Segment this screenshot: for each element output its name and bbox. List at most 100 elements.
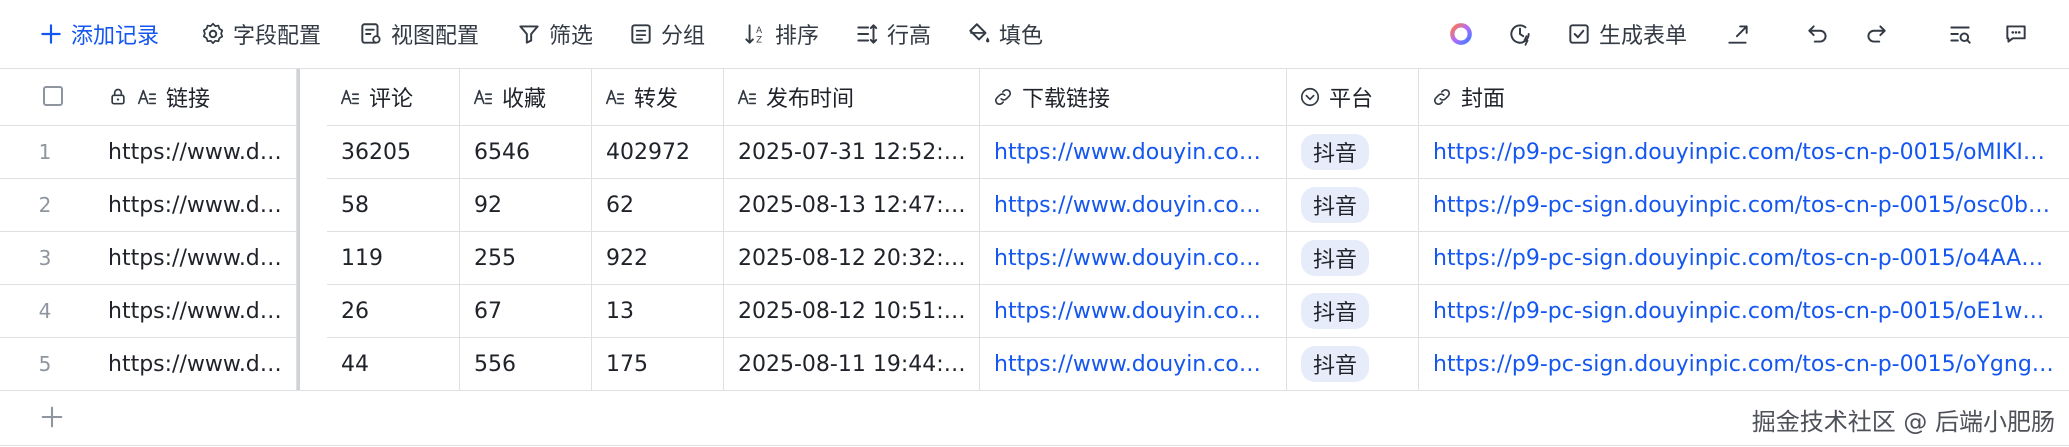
cell-text[interactable]: https://p9-pc-sign.douyinpic.com/tos-cn-… bbox=[1433, 246, 2057, 271]
cell-favorite[interactable]: 255 bbox=[460, 232, 592, 284]
column-header-share[interactable]: 转发 bbox=[592, 69, 724, 125]
cell-publish-time[interactable]: 2025-08-11 19:44:20 bbox=[724, 338, 980, 390]
ai-assistant-button[interactable] bbox=[1445, 18, 1477, 50]
column-header-favorite[interactable]: 收藏 bbox=[460, 69, 592, 125]
cell-platform[interactable]: 抖音 bbox=[1287, 179, 1419, 231]
cell-text: 67 bbox=[474, 298, 502, 324]
cell-favorite[interactable]: 92 bbox=[460, 179, 592, 231]
cell-download-link[interactable]: https://www.douyin.com/aweme/ bbox=[980, 232, 1287, 284]
generate-form-button[interactable]: 生成表单 bbox=[1566, 17, 1687, 51]
cell-publish-time[interactable]: 2025-08-12 20:32:58 bbox=[724, 232, 980, 284]
comments-button[interactable] bbox=[2000, 18, 2032, 50]
text-field-icon bbox=[605, 89, 625, 105]
cell-cover[interactable]: https://p9-pc-sign.douyinpic.com/tos-cn-… bbox=[1419, 232, 2069, 284]
cell-text: https://www.douyin.com/video/ bbox=[108, 139, 284, 165]
cell-platform[interactable]: 抖音 bbox=[1287, 126, 1419, 178]
view-config-button[interactable]: 视图配置 bbox=[358, 17, 479, 51]
fill-color-button[interactable]: 填色 bbox=[966, 17, 1043, 51]
cell-publish-time[interactable]: 2025-08-12 10:51:44 bbox=[724, 285, 980, 337]
cell-link[interactable]: https://www.douyin.com/video/ bbox=[90, 179, 297, 231]
cell-publish-time[interactable]: 2025-07-31 12:52:29 bbox=[724, 126, 980, 178]
cell-link[interactable]: https://www.douyin.com/video/ bbox=[90, 285, 297, 337]
redo-button[interactable] bbox=[1860, 18, 1892, 50]
add-row-plus-icon[interactable] bbox=[38, 403, 66, 431]
column-label-share: 转发 bbox=[634, 87, 679, 112]
cell-publish-time[interactable]: 2025-08-13 12:47:29 bbox=[724, 179, 980, 231]
column-header-cover[interactable]: 封面 bbox=[1419, 69, 2069, 125]
cell-comment[interactable]: 26 bbox=[327, 285, 460, 337]
cell-text[interactable]: https://www.douyin.com/aweme/ bbox=[994, 246, 1274, 271]
cell-text[interactable]: https://p9-pc-sign.douyinpic.com/tos-cn-… bbox=[1433, 193, 2057, 218]
fill-color-label: 填色 bbox=[999, 24, 1044, 49]
select-all-checkbox[interactable] bbox=[43, 86, 63, 106]
cell-text: 2025-08-11 19:44:20 bbox=[738, 351, 967, 377]
cell-comment[interactable]: 58 bbox=[327, 179, 460, 231]
cell-comment[interactable]: 36205 bbox=[327, 126, 460, 178]
cell-download-link[interactable]: https://www.douyin.com/aweme/ bbox=[980, 126, 1287, 178]
cell-download-link[interactable]: https://www.douyin.com/aweme/ bbox=[980, 179, 1287, 231]
cell-text: https://www.douyin.com/video/ bbox=[108, 192, 284, 218]
undo-icon bbox=[1808, 25, 1827, 43]
column-header-comment[interactable]: 评论 bbox=[327, 69, 460, 125]
cell-platform[interactable]: 抖音 bbox=[1287, 338, 1419, 390]
cell-download-link[interactable]: https://www.douyin.com/aweme/ bbox=[980, 285, 1287, 337]
data-grid: 链接 评论 收藏 转发 发布时间 下载链接 平台 封面 1 https://ww… bbox=[0, 68, 2069, 446]
field-config-button[interactable]: 字段配置 bbox=[200, 17, 321, 51]
cell-link[interactable]: https://www.douyin.com/video/ bbox=[90, 338, 297, 390]
platform-tag: 抖音 bbox=[1301, 134, 1370, 170]
cell-share[interactable]: 402972 bbox=[592, 126, 724, 178]
cell-comment[interactable]: 119 bbox=[327, 232, 460, 284]
cell-link[interactable]: https://www.douyin.com/video/ bbox=[90, 232, 297, 284]
cell-favorite[interactable]: 556 bbox=[460, 338, 592, 390]
cell-platform[interactable]: 抖音 bbox=[1287, 285, 1419, 337]
cell-share[interactable]: 175 bbox=[592, 338, 724, 390]
cell-share[interactable]: 922 bbox=[592, 232, 724, 284]
column-header-platform[interactable]: 平台 bbox=[1287, 69, 1419, 125]
filter-button[interactable]: 筛选 bbox=[516, 17, 593, 51]
filter-label: 筛选 bbox=[549, 24, 594, 49]
sort-button[interactable]: AZ 排序 bbox=[742, 17, 819, 51]
svg-text:Z: Z bbox=[756, 36, 762, 46]
undo-button[interactable] bbox=[1802, 18, 1834, 50]
share-button[interactable] bbox=[1722, 18, 1754, 50]
text-field-icon bbox=[137, 89, 157, 105]
column-label-link: 链接 bbox=[166, 87, 211, 112]
cell-platform[interactable]: 抖音 bbox=[1287, 232, 1419, 284]
platform-tag: 抖音 bbox=[1301, 240, 1370, 276]
cell-text[interactable]: https://www.douyin.com/aweme/ bbox=[994, 140, 1274, 165]
cell-text[interactable]: https://p9-pc-sign.douyinpic.com/tos-cn-… bbox=[1433, 140, 2057, 165]
cell-text: 6546 bbox=[474, 139, 530, 165]
cell-text: 92 bbox=[474, 192, 502, 218]
search-records-button[interactable] bbox=[1944, 18, 1976, 50]
cell-text: 175 bbox=[606, 351, 648, 377]
cell-cover[interactable]: https://p9-pc-sign.douyinpic.com/tos-cn-… bbox=[1419, 126, 2069, 178]
add-record-button[interactable]: 添加记录 bbox=[38, 17, 159, 51]
cell-favorite[interactable]: 6546 bbox=[460, 126, 592, 178]
row-number: 3 bbox=[38, 246, 52, 270]
platform-tag: 抖音 bbox=[1301, 293, 1370, 329]
column-header-publish-time[interactable]: 发布时间 bbox=[724, 69, 980, 125]
cell-text[interactable]: https://www.douyin.com/aweme/ bbox=[994, 352, 1274, 377]
automation-button[interactable] bbox=[1504, 18, 1536, 50]
cell-text[interactable]: https://p9-pc-sign.douyinpic.com/tos-cn-… bbox=[1433, 299, 2057, 324]
cell-cover[interactable]: https://p9-pc-sign.douyinpic.com/tos-cn-… bbox=[1419, 338, 2069, 390]
cell-cover[interactable]: https://p9-pc-sign.douyinpic.com/tos-cn-… bbox=[1419, 285, 2069, 337]
cell-cover[interactable]: https://p9-pc-sign.douyinpic.com/tos-cn-… bbox=[1419, 179, 2069, 231]
cell-favorite[interactable]: 67 bbox=[460, 285, 592, 337]
cell-text[interactable]: https://p9-pc-sign.douyinpic.com/tos-cn-… bbox=[1433, 352, 2057, 377]
cell-share[interactable]: 13 bbox=[592, 285, 724, 337]
cell-text[interactable]: https://www.douyin.com/aweme/ bbox=[994, 193, 1274, 218]
cell-text: 26 bbox=[341, 298, 369, 324]
group-button[interactable]: 分组 bbox=[628, 17, 705, 51]
cell-link[interactable]: https://www.douyin.com/video/ bbox=[90, 126, 297, 178]
row-height-button[interactable]: 行高 bbox=[854, 17, 931, 51]
cell-share[interactable]: 62 bbox=[592, 179, 724, 231]
cell-text: 36205 bbox=[341, 139, 411, 165]
cell-text[interactable]: https://www.douyin.com/aweme/ bbox=[994, 299, 1274, 324]
column-header-download-link[interactable]: 下载链接 bbox=[980, 69, 1287, 125]
cell-comment[interactable]: 44 bbox=[327, 338, 460, 390]
column-header-link[interactable]: 链接 bbox=[90, 69, 297, 125]
watermark-text: 掘金技术社区 @ 后端小肥肠 bbox=[1751, 408, 2055, 436]
cell-download-link[interactable]: https://www.douyin.com/aweme/ bbox=[980, 338, 1287, 390]
column-label-platform: 平台 bbox=[1329, 87, 1374, 112]
